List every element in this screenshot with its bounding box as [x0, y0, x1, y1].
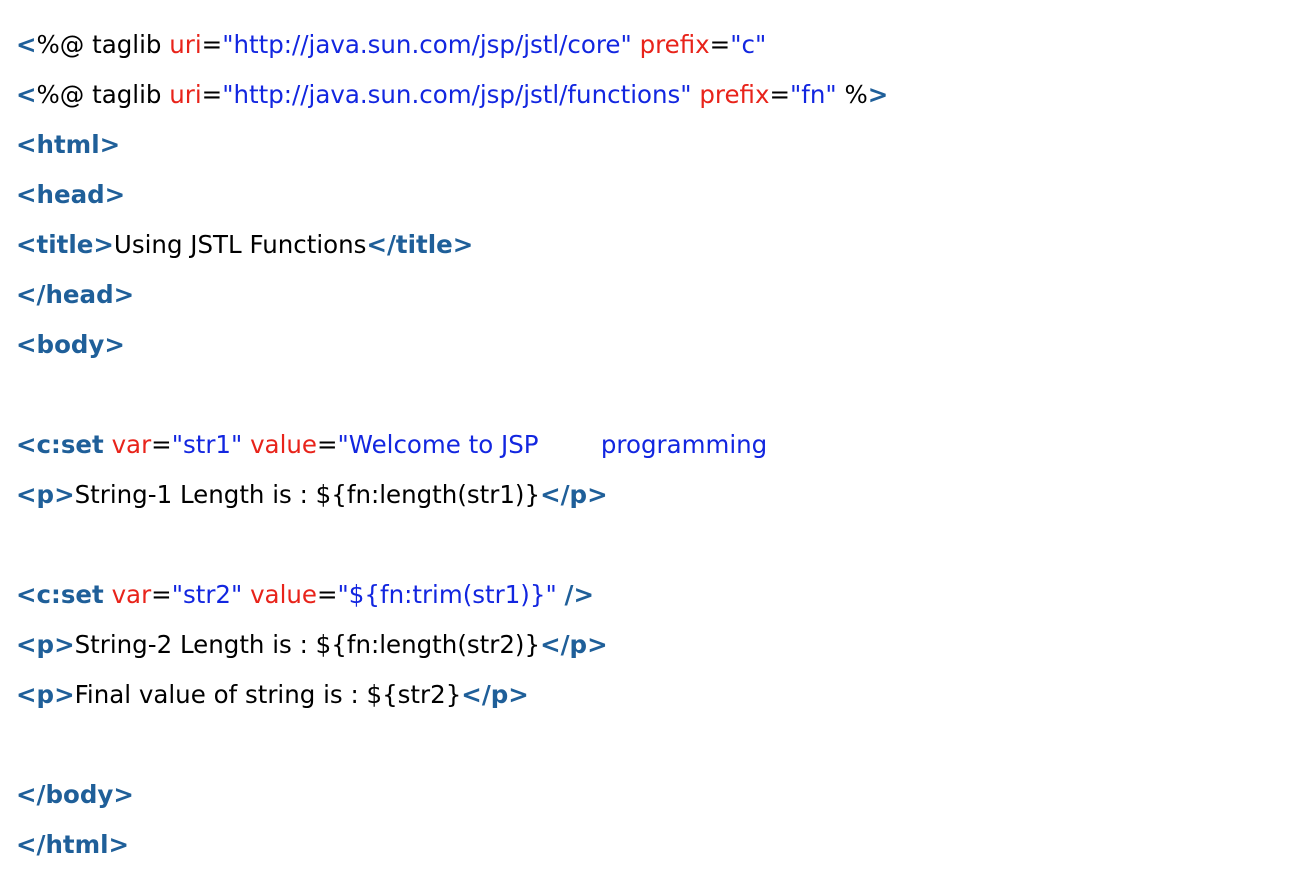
tag-token: </html> [16, 830, 130, 859]
text-token: = [769, 80, 790, 109]
value-token: "http://java.sun.com/jsp/jstl/core" [222, 30, 632, 59]
attribute-token: value [250, 430, 317, 459]
tag-token: <head> [16, 180, 126, 209]
code-line: <title>Using JSTL Functions</title> [16, 220, 1286, 270]
text-token: = [201, 30, 223, 59]
attribute-token: prefix [699, 80, 770, 109]
tag-token: </head> [16, 280, 135, 309]
code-line: </html> [16, 820, 1286, 870]
tag-token: <title> [16, 230, 114, 259]
text-token: String-1 Length is : ${fn:length(str1)} [74, 480, 541, 509]
text-token: %@ taglib [36, 80, 170, 109]
attribute-token: uri [169, 80, 202, 109]
value-token: "Welcome to JSP programming [337, 430, 768, 459]
text-token: = [709, 30, 731, 59]
code-line: <p>String-2 Length is : ${fn:length(str2… [16, 620, 1286, 670]
tag-token: < [16, 80, 37, 109]
tag-token: <c:set [16, 580, 104, 609]
code-line: <body> [16, 320, 1286, 370]
text-token: = [151, 580, 172, 609]
text-token: = [316, 430, 338, 459]
tag-token: </p> [461, 680, 529, 709]
tag-token: < [16, 30, 37, 59]
code-line: <%@ taglib uri="http://java.sun.com/jsp/… [16, 70, 1286, 120]
text-token: = [316, 580, 338, 609]
text-token: String-2 Length is : ${fn:length(str2)} [74, 630, 541, 659]
code-line: <head> [16, 170, 1286, 220]
text-token: Using JSTL Functions [113, 230, 367, 259]
tag-token: </body> [16, 780, 134, 809]
tag-token: <p> [16, 480, 75, 509]
attribute-token: var [111, 430, 152, 459]
code-line: <p>Final value of string is : ${str2}</p… [16, 670, 1286, 720]
tag-token: <c:set [16, 430, 104, 459]
tag-token: /> [564, 580, 595, 609]
code-listing: <%@ taglib uri="http://java.sun.com/jsp/… [16, 20, 1286, 870]
code-line: <html> [16, 120, 1286, 170]
attribute-token: uri [169, 30, 202, 59]
tag-token: <html> [16, 130, 121, 159]
value-token: "c" [730, 30, 767, 59]
tag-token: <p> [16, 680, 75, 709]
value-token: "http://java.sun.com/jsp/jstl/functions" [222, 80, 692, 109]
value-token: "str2" [171, 580, 243, 609]
tag-token: </title> [366, 230, 474, 259]
text-token: %@ taglib [36, 30, 170, 59]
text-token: = [151, 430, 172, 459]
value-token: "fn" [789, 80, 837, 109]
code-line: </head> [16, 270, 1286, 320]
text-token: = [201, 80, 223, 109]
attribute-token: value [250, 580, 317, 609]
value-token: "${fn:trim(str1)}" [337, 580, 557, 609]
text-token: Final value of string is : ${str2} [74, 680, 462, 709]
code-line: <p>String-1 Length is : ${fn:length(str1… [16, 470, 1286, 520]
code-line: <c:set var="str1" value="Welcome to JSP … [16, 420, 1286, 470]
text-token: % [836, 80, 868, 109]
code-line: <%@ taglib uri="http://java.sun.com/jsp/… [16, 20, 1286, 70]
tag-token: <body> [16, 330, 125, 359]
value-token: "str1" [171, 430, 243, 459]
tag-token: </p> [540, 480, 608, 509]
tag-token: > [867, 80, 889, 109]
attribute-token: prefix [639, 30, 710, 59]
code-line: </body> [16, 770, 1286, 820]
tag-token: <p> [16, 630, 75, 659]
code-line: <c:set var="str2" value="${fn:trim(str1)… [16, 570, 1286, 620]
attribute-token: var [111, 580, 152, 609]
tag-token: </p> [540, 630, 608, 659]
